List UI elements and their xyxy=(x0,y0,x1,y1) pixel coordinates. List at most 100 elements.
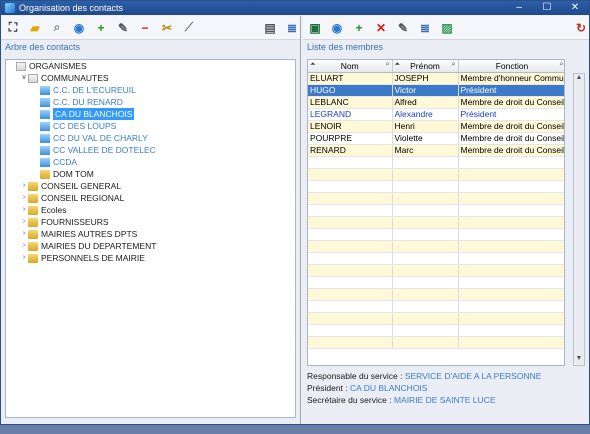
members-table[interactable]: ⏶ Nom ⌕ ⏶ Prénom ⌕ Fonction ⌕ ELUART JOSEPH Mem… xyxy=(307,59,565,366)
minimize-icon[interactable]: – xyxy=(505,1,533,15)
tree-node[interactable]: CC DU VAL DE CHARLY xyxy=(6,132,295,144)
edit-icon[interactable]: ✎ xyxy=(395,20,411,36)
expand-icon[interactable]: › xyxy=(20,228,28,240)
tree-node[interactable]: C.C. DU RENARD xyxy=(6,96,295,108)
table-row[interactable]: POURPRE Violette Membre de droit du Consei… xyxy=(308,132,564,145)
table-row[interactable] xyxy=(308,204,564,217)
list-icon[interactable]: ≣ xyxy=(284,20,300,36)
folder-icon xyxy=(40,85,50,95)
table-row[interactable] xyxy=(308,336,564,349)
table-row[interactable] xyxy=(308,156,564,169)
print-icon[interactable]: ▤ xyxy=(262,20,278,36)
tree-node[interactable]: › MAIRIES DU DEPARTEMENT xyxy=(6,240,295,252)
scroll-down-icon[interactable]: ▼ xyxy=(574,355,584,365)
expand-icon[interactable]: › xyxy=(20,192,28,204)
expand-icon[interactable]: › xyxy=(20,180,28,192)
tree-icon[interactable]: ⛶ xyxy=(5,20,21,36)
cell-nom xyxy=(308,300,393,313)
tree-node[interactable]: › FOURNISSEURS xyxy=(6,216,295,228)
search-icon[interactable]: ⌕ xyxy=(386,61,390,69)
cell-prenom xyxy=(392,288,459,301)
table-row[interactable] xyxy=(308,276,564,289)
cell-prenom xyxy=(392,228,459,241)
cell-nom xyxy=(308,264,393,277)
cell-fonction xyxy=(458,168,564,181)
tree-node[interactable]: › CONSEIL GENERAL xyxy=(6,180,295,192)
tree-node[interactable]: › Ecoles xyxy=(6,204,295,216)
add-icon[interactable]: + xyxy=(351,20,367,36)
table-row[interactable] xyxy=(308,300,564,313)
tree-node[interactable]: C.C. DE L'ECUREUIL xyxy=(6,84,295,96)
table-row[interactable] xyxy=(308,180,564,193)
expand-icon[interactable]: › xyxy=(20,204,28,216)
table-row[interactable] xyxy=(308,168,564,181)
cell-prenom xyxy=(392,216,459,229)
table-row[interactable] xyxy=(308,216,564,229)
table-row[interactable]: ELUARTJOSEPHMembre d'honneur Communau xyxy=(308,72,564,85)
members-scrollbar[interactable]: ▲ ▼ xyxy=(573,73,585,366)
close-icon[interactable]: ✕ xyxy=(561,1,589,15)
cell-fonction xyxy=(458,300,564,313)
service-info: Responsable du service : SERVICE D'AIDE … xyxy=(307,371,542,405)
globe-icon[interactable]: ◉ xyxy=(71,20,87,36)
excel-icon[interactable]: ▣ xyxy=(307,20,323,36)
tree-node[interactable]: CC VALLEE DE DOTELEC xyxy=(6,144,295,156)
list-icon[interactable]: ≣ xyxy=(417,20,433,36)
table-row[interactable]: LENOIRHenriMembre de droit du Conseil Co xyxy=(308,120,564,133)
table-row[interactable]: LEBLANC Alfred Membre de droit du Conseil … xyxy=(308,96,564,109)
globe-icon[interactable]: ◉ xyxy=(329,20,345,36)
cell-fonction xyxy=(458,204,564,217)
image-icon[interactable]: ▨ xyxy=(439,20,455,36)
cell-fonction: Membre d'honneur Communau xyxy=(458,72,564,85)
tree-node[interactable]: ∨ COMMUNAUTES xyxy=(6,72,295,84)
table-row[interactable] xyxy=(308,288,564,301)
search-icon[interactable]: ⌕ xyxy=(49,20,65,36)
table-row[interactable]: HUGO Victor Président xyxy=(308,84,564,97)
members-title: Liste des membres xyxy=(307,42,384,52)
cut-icon[interactable]: ✂ xyxy=(159,20,175,36)
table-row[interactable] xyxy=(308,312,564,325)
left-toolbar: ⛶ ▰ ⌕ ◉ + ✎ − ✂ ⟋ ▤ ≣ xyxy=(1,16,300,40)
tree-node[interactable]: › PERSONNELS DE MAIRIE xyxy=(6,252,295,264)
table-row[interactable] xyxy=(308,324,564,337)
cell-nom: LENOIR xyxy=(308,120,393,133)
tree-node[interactable]: CC DES LOUPS xyxy=(6,120,295,132)
expand-icon[interactable]: › xyxy=(20,216,28,228)
table-row[interactable]: RENARDMarcMembre de droit du Conseil Co xyxy=(308,144,564,157)
scroll-up-icon[interactable]: ▲ xyxy=(574,74,584,84)
cell-prenom xyxy=(392,204,459,217)
column-header-nom[interactable]: ⏶ Nom ⌕ xyxy=(308,60,393,73)
expand-icon[interactable]: › xyxy=(20,240,28,252)
table-row[interactable] xyxy=(308,240,564,253)
column-header-prenom[interactable]: ⏶ Prénom ⌕ xyxy=(392,60,459,73)
cell-fonction xyxy=(458,312,564,325)
tree-node[interactable]: CCDA xyxy=(6,156,295,168)
table-row[interactable]: LEGRAND Alexandre Président xyxy=(308,108,564,121)
refresh-icon[interactable]: ↻ xyxy=(573,20,589,36)
tree-node[interactable]: › CONSEIL REGIONAL xyxy=(6,192,295,204)
cell-fonction xyxy=(458,336,564,349)
add-icon[interactable]: + xyxy=(93,20,109,36)
edit-icon[interactable]: ✎ xyxy=(115,20,131,36)
table-row[interactable] xyxy=(308,228,564,241)
expand-icon[interactable]: › xyxy=(20,252,28,264)
expand-icon[interactable]: ∨ xyxy=(20,72,28,84)
table-row[interactable] xyxy=(308,264,564,277)
cell-fonction: Membre de droit du Conseil Co xyxy=(458,96,564,109)
contacts-tree[interactable]: ORGANISMES ∨ COMMUNAUTES C.C. DE L'ECUREUIL… xyxy=(5,59,296,418)
delete-icon[interactable]: ✕ xyxy=(373,20,389,36)
tree-node[interactable]: › MAIRIES AUTRES DPTS xyxy=(6,228,295,240)
search-icon[interactable]: ⌕ xyxy=(560,61,564,69)
remove-icon[interactable]: − xyxy=(137,20,153,36)
tree-node[interactable]: DOM TOM xyxy=(6,168,295,180)
brush-icon[interactable]: ⟋ xyxy=(181,20,197,36)
table-row[interactable] xyxy=(308,252,564,265)
column-header-fonction[interactable]: Fonction ⌕ xyxy=(458,60,564,73)
tree-node[interactable]: CA DU BLANCHOIS xyxy=(6,108,295,120)
cell-nom xyxy=(308,324,393,337)
search-icon[interactable]: ⌕ xyxy=(452,61,456,69)
folder-icon[interactable]: ▰ xyxy=(27,20,43,36)
maximize-icon[interactable]: ☐ xyxy=(533,1,561,15)
table-row[interactable] xyxy=(308,192,564,205)
tree-node[interactable]: ORGANISMES xyxy=(6,60,295,72)
